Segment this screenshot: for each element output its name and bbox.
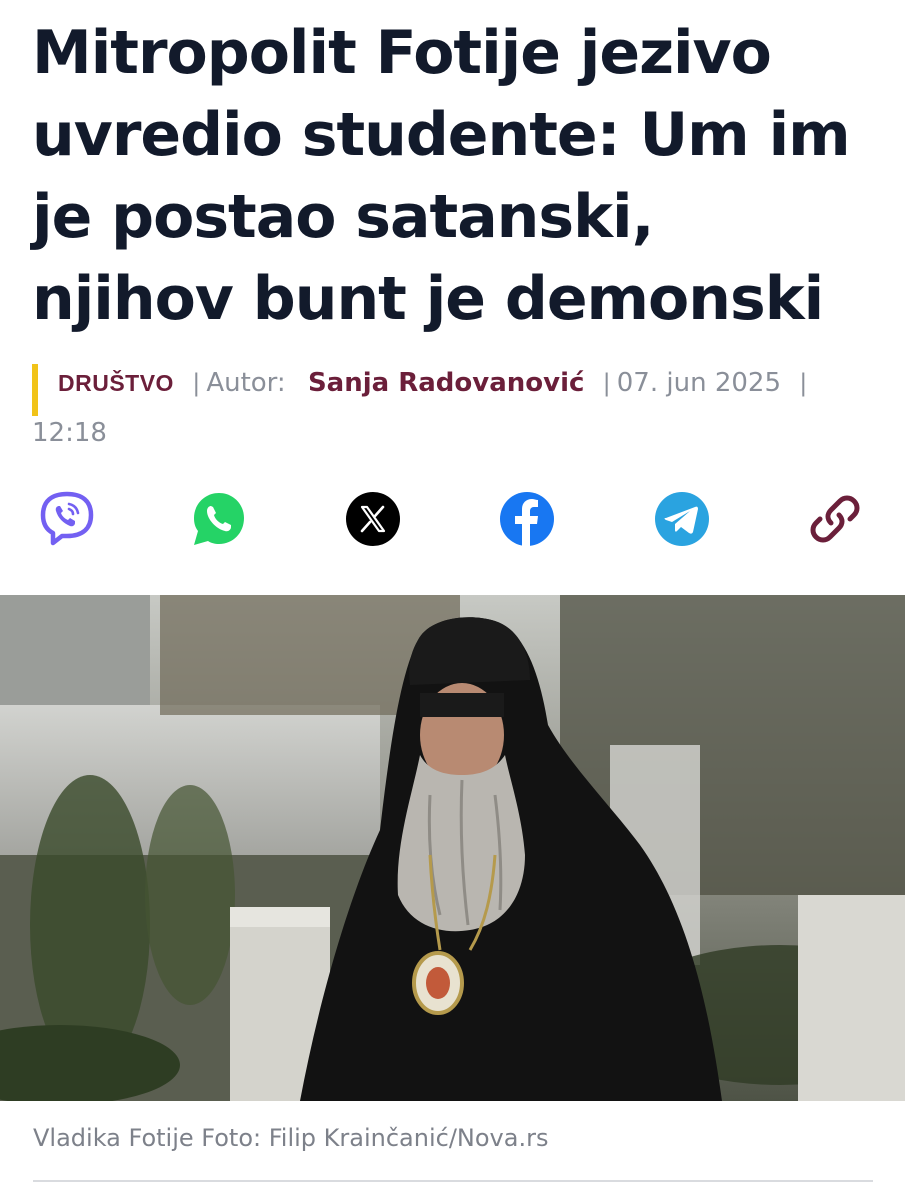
article-photo [0, 595, 905, 1101]
divider [33, 1180, 873, 1182]
photo-illustration [0, 595, 905, 1101]
share-viber-button[interactable] [38, 490, 96, 548]
title-line: uvredio studente: Um im [32, 100, 851, 170]
share-whatsapp-button[interactable] [190, 490, 248, 548]
photo-caption: Vladika Fotije Foto: Filip Krainčanić/No… [33, 1124, 549, 1152]
publish-time: 12:18 [32, 418, 107, 448]
category-link[interactable]: DRUŠTVO [58, 370, 174, 396]
title-line: Mitropolit Fotije jezivo [32, 18, 772, 88]
article-meta: DRUŠTVO | Autor: Sanja Radovanović | 07. j… [32, 364, 902, 416]
share-telegram-button[interactable] [653, 490, 711, 548]
facebook-icon [500, 492, 554, 546]
copy-link-button[interactable] [806, 490, 864, 548]
x-icon [346, 492, 400, 546]
author-link[interactable]: Sanja Radovanović [308, 368, 584, 398]
author-label: Autor: [206, 368, 286, 398]
meta-separator: | [799, 369, 808, 397]
viber-icon [40, 491, 94, 546]
publish-date: 07. jun 2025 [616, 368, 781, 398]
article-title: Mitropolit Fotije jezivo uvredio student… [32, 12, 882, 340]
meta-line: DRUŠTVO | Autor: Sanja Radovanović | 07. j… [58, 368, 813, 398]
title-line: je postao satanski, [32, 182, 654, 252]
whatsapp-icon [194, 493, 244, 545]
meta-separator: | [602, 369, 611, 397]
meta-separator: | [192, 369, 201, 397]
share-bar [0, 490, 905, 550]
share-facebook-button[interactable] [498, 490, 556, 548]
link-icon [810, 495, 860, 543]
telegram-icon [655, 492, 709, 546]
title-line: njihov bunt je demonski [32, 264, 824, 334]
share-x-button[interactable] [344, 490, 402, 548]
